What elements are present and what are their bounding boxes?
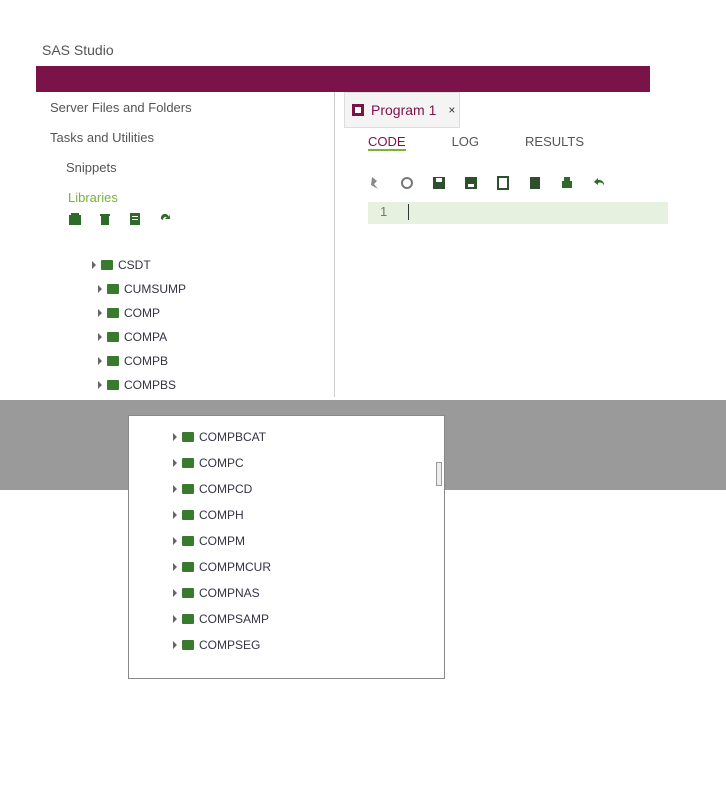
expand-icon[interactable] [173,589,177,597]
library-icon [107,380,119,390]
tree-item[interactable]: COMPBCAT [173,430,266,444]
document-icon[interactable] [528,176,542,190]
print-icon[interactable] [560,176,574,190]
expand-icon[interactable] [173,511,177,519]
library-icon [182,536,194,546]
tree-item[interactable]: COMPC [173,456,244,470]
tree-item[interactable]: COMP [98,306,160,320]
library-icon [182,432,194,442]
tree-item[interactable]: COMPCD [173,482,252,496]
tree-item[interactable]: COMPMCUR [173,560,271,574]
library-icon [107,308,119,318]
tree-item[interactable]: COMPA [98,330,167,344]
expand-icon[interactable] [173,615,177,623]
library-icon [101,260,113,270]
tree-item[interactable]: COMPNAS [173,586,260,600]
editor-pane: Program 1 × CODE LOG RESULTS 1 [338,92,668,397]
save-icon[interactable] [432,176,446,190]
tab-code[interactable]: CODE [368,134,406,151]
nav-tasks-utilities[interactable]: Tasks and Utilities [50,130,154,145]
expand-icon[interactable] [98,333,102,341]
library-icon [182,458,194,468]
expand-icon[interactable] [98,357,102,365]
library-list-dropdown[interactable]: COMPBCAT COMPC COMPCD COMPH COMPM COMPMC… [128,415,445,679]
refresh-icon[interactable] [158,212,172,226]
library-icon [182,484,194,494]
program-icon [352,104,364,116]
app-header: SAS Studio [36,36,650,92]
editor-subtabs: CODE LOG RESULTS [368,134,584,151]
save-as-icon[interactable] [464,176,478,190]
close-icon[interactable]: × [448,103,455,117]
expand-icon[interactable] [92,261,96,269]
app-title: SAS Studio [42,42,114,58]
expand-icon[interactable] [173,537,177,545]
nav-snippets[interactable]: Snippets [66,160,117,175]
navigation-pane: Server Files and Folders Tasks and Utili… [36,92,335,397]
tab-program-1[interactable]: Program 1 × [344,92,460,128]
libraries-toolbar [68,212,172,226]
library-icon [182,562,194,572]
tab-log[interactable]: LOG [452,134,479,151]
text-cursor [408,204,409,220]
expand-icon[interactable] [98,381,102,389]
nav-server-files[interactable]: Server Files and Folders [50,100,192,115]
library-icon [107,356,119,366]
tree-item[interactable]: COMPSEG [173,638,260,652]
tree-item[interactable]: COMPH [173,508,244,522]
tree-item[interactable]: COMPM [173,534,245,548]
expand-icon[interactable] [173,459,177,467]
run-icon[interactable] [368,176,382,190]
library-icon [182,510,194,520]
tree-item[interactable]: CSDT [92,258,151,272]
library-icon [182,614,194,624]
header-band [36,66,650,92]
tree-item[interactable]: CUMSUMP [98,282,186,296]
delete-icon[interactable] [98,212,112,226]
expand-icon[interactable] [173,433,177,441]
undo-icon[interactable] [592,176,606,190]
nav-libraries[interactable]: Libraries [68,190,118,205]
tree-item[interactable]: COMPBS [98,378,176,392]
properties-icon[interactable] [128,212,142,226]
library-icon [182,640,194,650]
code-line-highlight[interactable] [368,202,668,224]
library-icon [107,284,119,294]
tab-label: Program 1 [371,102,437,118]
editor-toolbar [368,176,606,190]
expand-icon[interactable] [173,485,177,493]
new-library-icon[interactable] [68,212,82,226]
expand-icon[interactable] [173,641,177,649]
library-icon [107,332,119,342]
history-icon[interactable] [400,176,414,190]
expand-icon[interactable] [173,563,177,571]
tab-results[interactable]: RESULTS [525,134,584,151]
tree-item[interactable]: COMPSAMP [173,612,269,626]
dropdown-scrollbar[interactable] [436,462,442,486]
library-icon [182,588,194,598]
expand-icon[interactable] [98,285,102,293]
expand-icon[interactable] [98,309,102,317]
tree-item[interactable]: COMPB [98,354,168,368]
line-number: 1 [380,204,388,219]
download-icon[interactable] [496,176,510,190]
